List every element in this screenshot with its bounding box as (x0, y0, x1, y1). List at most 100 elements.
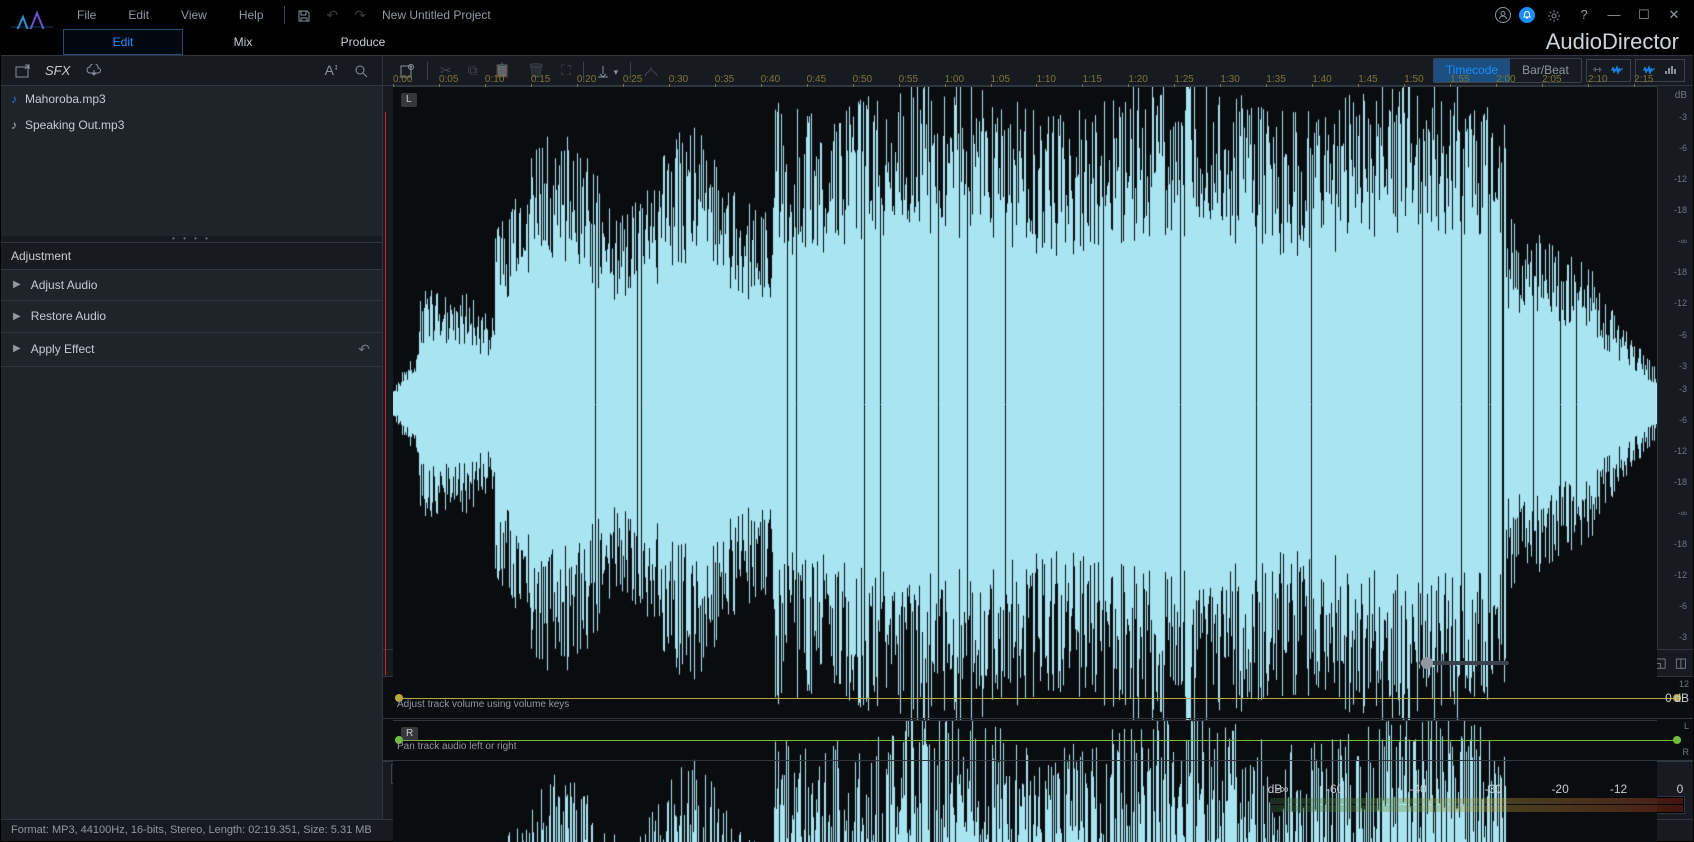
adjustment-list: ▶Adjust Audio ▶Restore Audio ▶Apply Effe… (1, 270, 382, 819)
window-close-icon[interactable]: ✕ (1663, 7, 1685, 23)
window-minimize-icon[interactable]: — (1603, 7, 1625, 23)
ruler-tick: 2:00 (1496, 74, 1515, 86)
db-tick: -18 (1658, 539, 1693, 550)
db-tick: -6 (1658, 415, 1693, 426)
meter-tick: -60 (1326, 782, 1343, 796)
meter-tick: 0 (1677, 782, 1684, 796)
zoom-full-icon[interactable]: ◫ (1675, 655, 1687, 671)
tab-edit[interactable]: Edit (63, 29, 183, 55)
db-tick: -18 (1658, 267, 1693, 278)
left-panel: SFX A↕ ♪ Mahoroba.mp3 ♪ Spe (1, 56, 383, 819)
envelope-lanes: Adjust track volume using volume keys 12… (383, 677, 1693, 761)
db-tick: -18 (1658, 205, 1693, 216)
channel-label-right: R (401, 727, 418, 741)
ruler-tick: 0:05 (439, 74, 458, 86)
adjustment-apply-effect[interactable]: ▶Apply Effect↶ (1, 333, 382, 367)
ruler-tick: 0:30 (669, 74, 688, 86)
media-item[interactable]: ♪ Speaking Out.mp3 (1, 112, 382, 138)
db-tick: -3 (1658, 112, 1693, 123)
ruler-tick: 1:05 (991, 74, 1010, 86)
redo-icon[interactable]: ↷ (346, 1, 374, 30)
tab-mix[interactable]: Mix (183, 29, 303, 55)
view-waveform-icon[interactable] (1608, 62, 1626, 79)
db-tick: -3 (1658, 384, 1693, 395)
ruler-tick: 1:20 (1128, 74, 1147, 86)
menu-help[interactable]: Help (223, 2, 280, 28)
crop-icon[interactable]: ⛶ (553, 58, 579, 83)
volume-lane[interactable]: Adjust track volume using volume keys 12… (383, 677, 1693, 719)
ruler-tick: 1:45 (1358, 74, 1377, 86)
db-scale-gutter: dB -3-6-12-18-∞-18-12-6-3-3-6-12-18-∞-18… (1657, 86, 1693, 649)
spectral-display-icon[interactable] (1662, 62, 1680, 79)
undo-icon[interactable]: ↶ (319, 1, 347, 30)
help-icon[interactable]: ? (1573, 7, 1595, 23)
adjustment-header: Adjustment (1, 242, 382, 270)
meter-tick: -40 (1410, 782, 1427, 796)
ruler-tick: 0:00 (393, 74, 412, 86)
pan-lane[interactable]: Pan track audio left or right L R (383, 719, 1693, 761)
meter-tick: -12 (1610, 782, 1627, 796)
ruler-tick: 1:40 (1312, 74, 1331, 86)
notification-icon[interactable] (1519, 7, 1535, 23)
window-maximize-icon[interactable]: ☐ (1633, 7, 1655, 23)
import-media-icon[interactable] (11, 58, 35, 83)
db-tick: -3 (1658, 632, 1693, 643)
ruler-tick: 0:55 (899, 74, 918, 86)
ruler-tick: 0:15 (531, 74, 550, 86)
search-icon[interactable] (350, 58, 372, 83)
meter-scale: dB-60-40-30-20-120-∞ (1268, 782, 1685, 794)
zoom-h-slider[interactable] (1419, 661, 1509, 665)
ruler-tick: 1:10 (1036, 74, 1055, 86)
media-item-label: Speaking Out.mp3 (25, 118, 124, 132)
ruler-tick: 2:15 (1634, 74, 1653, 86)
menu-view[interactable]: View (165, 2, 223, 28)
adjustment-adjust-audio[interactable]: ▶Adjust Audio (1, 270, 382, 301)
waveform-area[interactable]: 0:000:050:100:150:200:250:300:350:400:45… (393, 86, 1657, 649)
ruler-tick: 1:50 (1404, 74, 1423, 86)
menu-edit[interactable]: Edit (112, 2, 165, 28)
adjustment-restore-audio[interactable]: ▶Restore Audio (1, 301, 382, 332)
menu-file[interactable]: File (61, 2, 112, 28)
ruler-tick: 0:50 (853, 74, 872, 86)
playhead-line[interactable] (385, 112, 386, 675)
ruler-tick: 1:00 (945, 74, 964, 86)
db-tick: -12 (1658, 298, 1693, 309)
editor-panel: ✂ ⧉ 📋 🗑 ⛶ ▾ Timecode Bar/Beat ⇿ (383, 56, 1693, 819)
pan-lane-hint: Pan track audio left or right (397, 741, 517, 753)
project-name: New Untitled Project (382, 8, 491, 22)
settings-gear-icon[interactable] (1543, 7, 1565, 23)
meter-tick: -20 (1551, 782, 1568, 796)
text-size-icon[interactable]: A↕ (321, 58, 342, 83)
ruler-tick: 1:35 (1266, 74, 1285, 86)
db-tick: -6 (1658, 601, 1693, 612)
music-note-icon: ♪ (11, 92, 17, 106)
download-cloud-icon[interactable] (82, 58, 106, 83)
tab-produce[interactable]: Produce (303, 29, 423, 55)
account-icon[interactable] (1495, 7, 1511, 23)
channel-left[interactable]: L (393, 87, 1657, 721)
sfx-button[interactable]: SFX (43, 63, 74, 79)
copy-icon[interactable]: ⧉ (460, 58, 486, 83)
brand-label: AudioDirector (1546, 29, 1679, 55)
media-item-label: Mahoroba.mp3 (25, 92, 106, 106)
ruler-tick: 0:20 (577, 74, 596, 86)
menubar: File Edit View Help ↶ ↷ New Untitled Pro… (1, 1, 1693, 29)
library-toolbar: SFX A↕ (1, 56, 382, 86)
db-tick: -∞ (1658, 236, 1693, 247)
ruler-tick: 0:25 (623, 74, 642, 86)
ruler-tick: 2:05 (1542, 74, 1561, 86)
db-tick: -∞ (1658, 508, 1693, 519)
media-item[interactable]: ♪ Mahoroba.mp3 (1, 86, 382, 112)
db-tick: -12 (1658, 570, 1693, 581)
music-note-icon: ♪ (11, 118, 17, 132)
db-tick: -18 (1658, 477, 1693, 488)
media-list[interactable]: ♪ Mahoroba.mp3 ♪ Speaking Out.mp3 (1, 86, 382, 236)
db-unit-label: dB (1658, 86, 1693, 106)
save-icon[interactable] (289, 1, 319, 30)
meter-tick: -30 (1485, 782, 1502, 796)
ruler-tick: 1:25 (1174, 74, 1193, 86)
undo-small-icon[interactable]: ↶ (358, 341, 370, 358)
ruler-tick: 0:45 (807, 74, 826, 86)
ruler-tick: 1:15 (1082, 74, 1101, 86)
mode-tabs: Edit Mix Produce AudioDirector (1, 29, 1693, 55)
